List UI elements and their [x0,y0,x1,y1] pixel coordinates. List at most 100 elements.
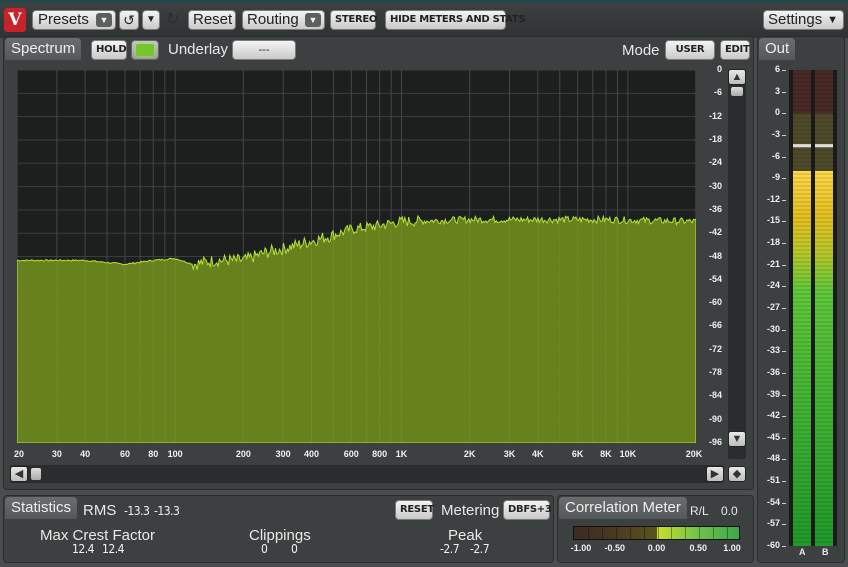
out-db-scale: 6 3 0 -3 -6 -9 -12 -15 -18 -21 -24 -27 -30 -33 -36 -39 -… [760,64,786,550]
spectrum-vscroll[interactable]: ▲ ▼ [728,69,746,459]
reset-button[interactable]: Reset [188,10,236,30]
scroll-up-icon[interactable]: ▲ [728,69,746,85]
out-db-tick-label: -21 [766,258,780,269]
spectrum-tab[interactable]: Spectrum [5,38,82,60]
out-db-tick-mark [782,243,786,245]
out-db-tick-mark [782,178,786,180]
toolbar: V Presets ▼ ↺ ▼ ↻ Reset Routing ▼ STEREO… [0,0,848,38]
chevron-down-icon: ▼ [305,13,321,27]
out-db-tick-label: -24 [766,280,780,291]
logo[interactable]: V [4,8,26,32]
out-meter-bars [789,70,837,546]
out-db-tick-mark [782,524,786,526]
out-db-tick-label: -36 [766,366,780,377]
db-tick-label: 0 [716,64,722,74]
db-tick-label: -30 [708,180,722,191]
scroll-left-icon[interactable]: ◀ [10,466,28,482]
out-db-tick-mark [782,416,786,418]
freq-tick-label: 100 [167,449,183,459]
out-db-tick-mark [782,156,786,158]
underlay-select[interactable]: --- [232,40,296,60]
db-tick-label: -12 [708,110,722,121]
correlation-bar [573,526,740,540]
out-db-tick-label: 0 [774,107,780,118]
freq-tick-label: 2K [463,449,476,459]
correlation-segment [601,527,603,539]
db-tick-label: -66 [708,320,722,331]
out-db-tick-label: -3 [771,128,780,139]
db-tick-label: -48 [708,250,722,261]
mode-label: Mode [622,42,660,59]
freq-tick-label: 8K [600,449,612,459]
correlation-tab[interactable]: Correlation Meter [559,497,687,519]
spectrum-hscroll[interactable]: ◀ ▶ [10,465,724,483]
db-tick-label: -96 [708,437,722,447]
hide-meters-button[interactable]: HIDE METERS AND STATS [385,10,526,30]
correlation-segment [685,527,687,539]
spectrum-plot[interactable] [17,70,696,443]
routing-button[interactable]: Routing ▼ [242,10,325,30]
db-tick-label: -78 [708,367,722,378]
zoom-toggle-icon[interactable]: ◆ [728,466,746,482]
db-tick-label: -6 [713,87,722,98]
stereo-button[interactable]: STEREO [330,10,377,30]
mode-user-button[interactable]: USER [665,40,715,60]
vscroll-thumb[interactable] [731,87,743,96]
out-db-tick-label: -9 [771,172,780,183]
freq-tick-label: 20 [13,449,25,459]
undo-icon: ↺ [123,12,135,28]
out-db-tick-mark [782,481,786,483]
out-db-tick-label: -18 [766,237,780,248]
out-db-tick-mark [782,113,786,115]
presets-button[interactable]: Presets ▼ [32,10,116,30]
stats-reset-button[interactable]: RESET [395,500,434,520]
spectrum-freq-scale: 20 30 40 60 80 100 200 300 400 600 800 1K 2K 3K 4K 6K 8K… [13,449,702,463]
hold-button[interactable]: HOLD [91,40,127,60]
metering-select[interactable]: DBFS+3 [503,500,552,520]
chevron-down-icon: ▼ [96,13,112,27]
hold-indicator[interactable] [131,40,159,60]
scroll-right-icon[interactable]: ▶ [706,466,724,482]
channel-a-label: A [799,547,806,557]
undo-button[interactable]: ↺ [119,10,139,30]
out-db-tick-mark [782,459,786,461]
routing-label: Routing [247,11,299,28]
spectrum-db-scale: 0 -6 -12 -18 -24 -30 -36 -42 -48 -54 -60 -66 -72 -78 -… [696,64,726,447]
clippings-label: Clippings [249,527,311,544]
freq-tick-label: 4K [532,449,544,459]
freq-tick-label: 3K [503,449,516,459]
out-db-tick-label: -30 [766,323,780,334]
settings-label: Settings [768,11,823,28]
redo-menu-button[interactable]: ▼ [142,10,160,30]
db-tick-label: -54 [708,273,722,284]
hscroll-thumb[interactable] [31,468,41,480]
db-tick-label: -18 [708,133,722,144]
settings-button[interactable]: Settings ▼ [763,10,844,30]
out-db-tick-mark [782,264,786,266]
out-db-tick-mark [782,394,786,396]
hold-led [136,44,154,56]
out-db-tick-mark [782,502,786,504]
peak-b-value: -2.7 [470,542,490,556]
out-db-tick-mark [782,308,786,309]
rms-a-value: -13.3 [124,504,150,518]
edit-button[interactable]: EDIT [720,40,750,60]
redo-icon[interactable]: ↻ [164,11,182,29]
statistics-tab[interactable]: Statistics [5,497,78,519]
channel-b-label: B [822,547,829,557]
out-db-tick-mark [782,199,786,201]
freq-tick-label: 6K [571,449,584,459]
correlation-segment [615,527,617,539]
rms-b-value: -13.3 [154,504,180,518]
correlation-ticks [574,527,739,539]
out-db-tick-label: -15 [766,215,780,226]
clip-a-value: 0 [261,542,268,556]
correlation-segment [699,527,701,539]
rms-label: RMS [83,502,117,519]
underlay-label: Underlay [168,41,229,58]
correlation-segment [657,527,659,539]
out-tab[interactable]: Out [759,38,796,60]
out-db-tick-label: -54 [766,496,780,507]
freq-tick-label: 80 [148,449,159,459]
scroll-down-icon[interactable]: ▼ [728,431,746,447]
